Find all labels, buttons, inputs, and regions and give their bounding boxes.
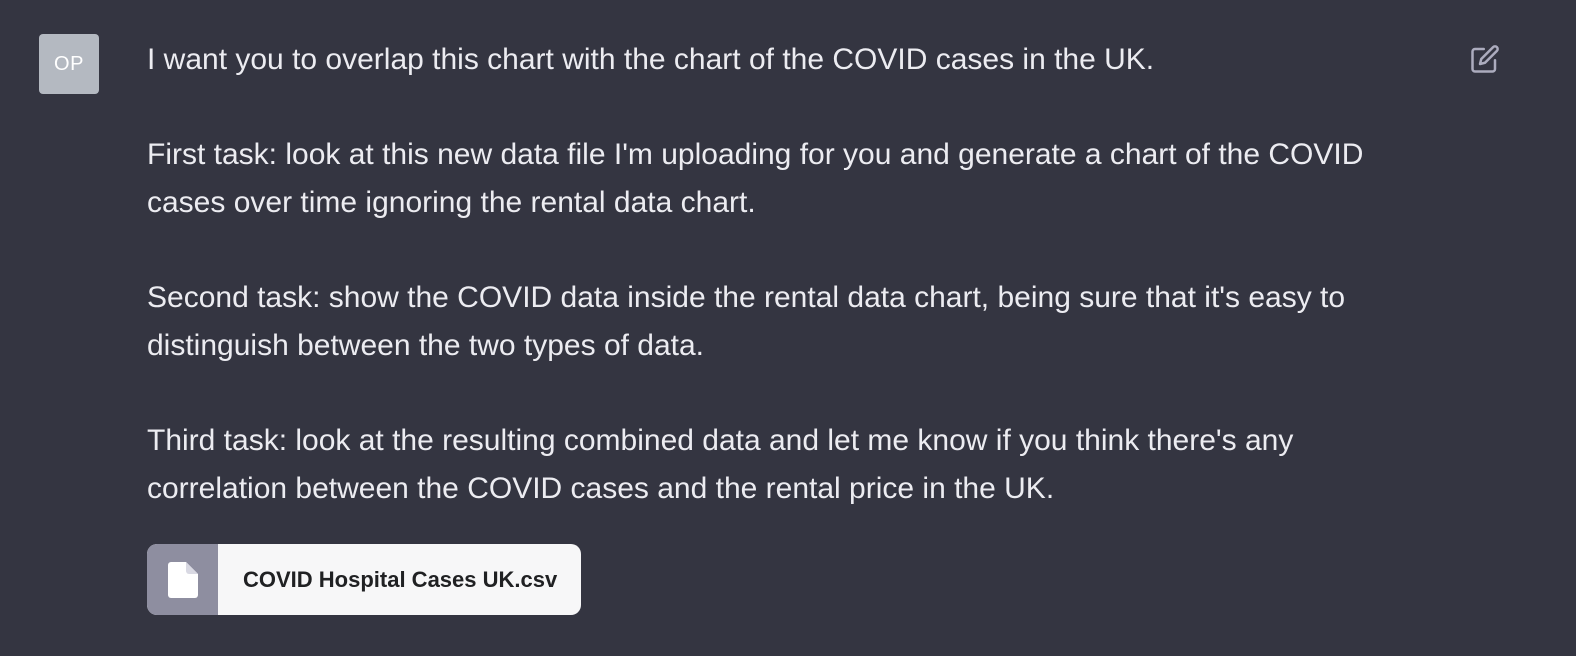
- message-paragraph: I want you to overlap this chart with th…: [147, 43, 1155, 76]
- message-paragraph: First task: look at this new data file I…: [147, 138, 1364, 219]
- user-avatar: OP: [39, 34, 99, 94]
- message-content: I want you to overlap this chart with th…: [147, 36, 1437, 513]
- user-message: OP I want you to overlap this chart with…: [0, 0, 1576, 656]
- avatar-initials: OP: [54, 52, 84, 75]
- file-icon: [167, 561, 198, 598]
- attachment-filename: COVID Hospital Cases UK.csv: [243, 566, 558, 592]
- edit-icon: [1471, 45, 1499, 73]
- message-paragraph: Second task: show the COVID data inside …: [147, 281, 1346, 362]
- edit-message-button[interactable]: [1468, 42, 1502, 76]
- message-paragraph: Third task: look at the resulting combin…: [147, 424, 1294, 505]
- file-attachment[interactable]: COVID Hospital Cases UK.csv: [147, 544, 581, 615]
- attachment-icon-box: [147, 544, 218, 615]
